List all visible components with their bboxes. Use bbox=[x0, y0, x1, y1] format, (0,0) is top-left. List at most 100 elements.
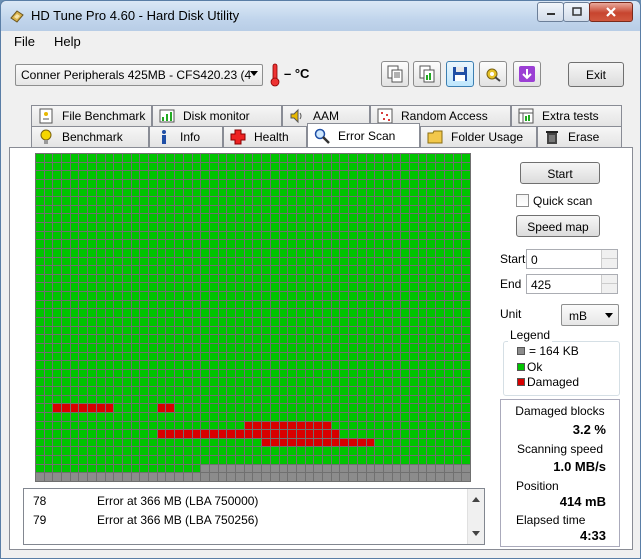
quick-scan-checkbox[interactable] bbox=[516, 194, 529, 207]
tab-info[interactable]: Info bbox=[149, 126, 223, 147]
scan-block bbox=[131, 430, 140, 438]
scan-block bbox=[427, 309, 436, 317]
scan-block bbox=[462, 162, 470, 171]
tab-health[interactable]: Health bbox=[223, 126, 307, 147]
copy-text-button[interactable] bbox=[381, 61, 409, 87]
scanning-speed-value: 1.0 MB/s bbox=[553, 459, 606, 474]
scan-block bbox=[122, 361, 131, 369]
scan-block bbox=[340, 223, 349, 231]
scan-block bbox=[288, 369, 296, 378]
scan-block bbox=[236, 300, 244, 309]
scan-block bbox=[79, 257, 88, 266]
scan-block bbox=[366, 438, 375, 447]
scan-block bbox=[296, 421, 305, 430]
scan-block bbox=[36, 292, 44, 300]
scan-block bbox=[401, 473, 410, 481]
settings-button[interactable] bbox=[479, 61, 507, 87]
scan-block bbox=[262, 248, 270, 257]
scan-block bbox=[166, 240, 175, 248]
maximize-button[interactable] bbox=[563, 2, 590, 22]
spin-up-icon[interactable] bbox=[601, 275, 617, 284]
scan-block bbox=[314, 214, 323, 223]
scan-block bbox=[401, 395, 410, 404]
scan-block bbox=[262, 292, 270, 300]
save-button[interactable] bbox=[446, 61, 474, 87]
scan-block bbox=[201, 188, 209, 197]
start-button[interactable]: Start bbox=[520, 162, 600, 184]
scan-block bbox=[401, 214, 410, 223]
copy-screenshot-button[interactable] bbox=[413, 61, 441, 87]
scan-block bbox=[79, 378, 88, 387]
scan-block bbox=[175, 309, 183, 317]
scan-block bbox=[331, 231, 340, 240]
scan-block bbox=[227, 421, 236, 430]
menu-file[interactable]: File bbox=[14, 34, 35, 49]
scan-block bbox=[383, 162, 392, 171]
spin-down-icon[interactable] bbox=[601, 259, 617, 268]
end-spinner[interactable]: 425 bbox=[526, 274, 618, 294]
scan-block bbox=[253, 188, 262, 197]
tab-disk-monitor[interactable]: Disk monitor bbox=[152, 105, 282, 126]
scan-block bbox=[227, 223, 236, 231]
scan-block bbox=[44, 309, 53, 317]
scan-block bbox=[444, 231, 453, 240]
scan-block bbox=[288, 326, 296, 335]
log-scrollbar[interactable] bbox=[467, 489, 484, 544]
scan-block bbox=[279, 214, 288, 223]
drive-select[interactable]: Conner Peripherals 425MB - CFS420.23 (4 bbox=[15, 64, 263, 86]
unit-select[interactable]: mB bbox=[561, 304, 619, 326]
scroll-up-icon[interactable] bbox=[472, 497, 480, 502]
scan-block bbox=[166, 171, 175, 179]
minimize-button[interactable] bbox=[537, 2, 564, 22]
scan-block bbox=[166, 248, 175, 257]
scan-block bbox=[140, 352, 149, 361]
scroll-down-icon[interactable] bbox=[472, 531, 480, 536]
scan-block bbox=[201, 214, 209, 223]
scan-block bbox=[418, 438, 427, 447]
scan-block bbox=[201, 197, 209, 205]
scan-block bbox=[314, 283, 323, 292]
scan-block bbox=[288, 171, 296, 179]
tab-erase[interactable]: Erase bbox=[537, 126, 622, 147]
scan-block bbox=[105, 473, 114, 481]
scan-block bbox=[323, 283, 331, 292]
window-title: HD Tune Pro 4.60 - Hard Disk Utility bbox=[31, 8, 240, 23]
error-log-list[interactable]: 78 Error at 366 MB (LBA 750000) 79 Error… bbox=[23, 488, 485, 545]
scanning-speed-label: Scanning speed bbox=[516, 442, 604, 456]
scan-block bbox=[453, 171, 462, 179]
scan-block bbox=[244, 395, 253, 404]
scan-block bbox=[149, 326, 157, 335]
speed-map-button[interactable]: Speed map bbox=[516, 215, 600, 237]
tab-benchmark[interactable]: Benchmark bbox=[31, 126, 149, 147]
scan-block bbox=[340, 343, 349, 352]
tab-folder-usage[interactable]: Folder Usage bbox=[420, 126, 537, 147]
scan-block bbox=[349, 378, 357, 387]
spin-down-icon[interactable] bbox=[601, 284, 617, 293]
spin-up-icon[interactable] bbox=[601, 250, 617, 259]
scan-block bbox=[244, 248, 253, 257]
options-button[interactable] bbox=[513, 61, 541, 87]
scan-block bbox=[62, 248, 70, 257]
exit-button[interactable]: Exit bbox=[568, 62, 624, 87]
title-bar[interactable]: HD Tune Pro 4.60 - Hard Disk Utility bbox=[1, 1, 640, 31]
menu-help[interactable]: Help bbox=[54, 34, 81, 49]
scan-block bbox=[227, 179, 236, 188]
tab-error-scan[interactable]: Error Scan bbox=[307, 123, 420, 147]
scan-block bbox=[166, 205, 175, 214]
scan-block bbox=[62, 179, 70, 188]
scan-block bbox=[453, 154, 462, 162]
scan-block bbox=[70, 317, 79, 326]
close-button[interactable] bbox=[589, 2, 633, 22]
tab-file-benchmark[interactable]: File Benchmark bbox=[31, 105, 152, 126]
scan-block bbox=[44, 404, 53, 412]
tab-extra-tests[interactable]: Extra tests bbox=[511, 105, 622, 126]
start-spinner[interactable]: 0 bbox=[526, 249, 618, 269]
scan-block bbox=[444, 317, 453, 326]
scan-block bbox=[53, 447, 62, 456]
scan-block bbox=[114, 179, 122, 188]
scan-block bbox=[401, 464, 410, 473]
scan-block bbox=[53, 404, 62, 412]
scan-block bbox=[427, 266, 436, 274]
scan-block bbox=[62, 205, 70, 214]
scan-block bbox=[418, 404, 427, 412]
